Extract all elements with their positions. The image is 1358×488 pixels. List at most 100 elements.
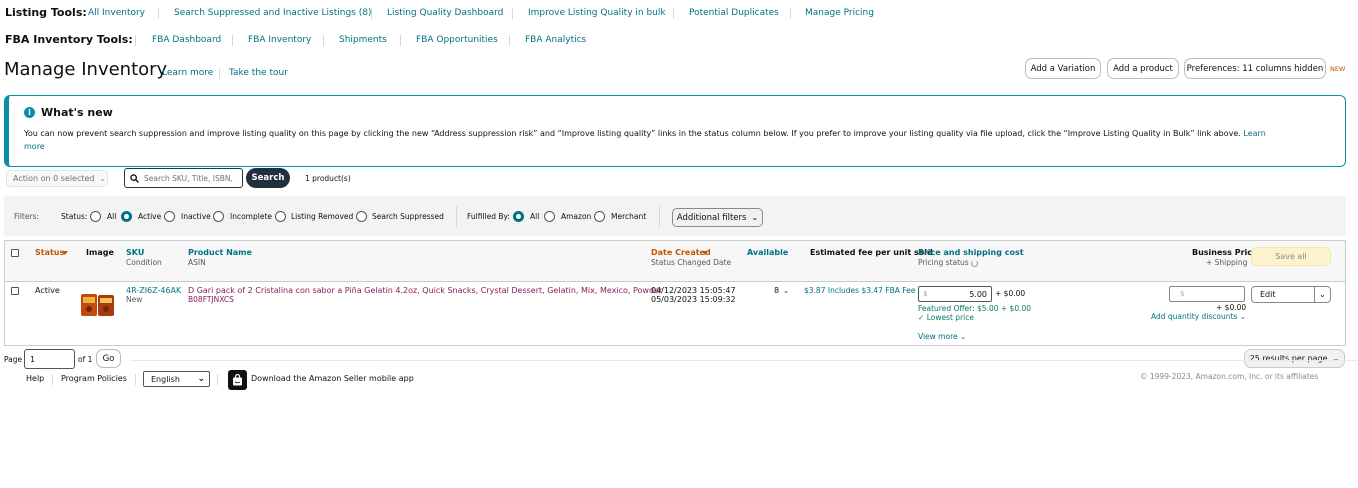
edit-button[interactable]: Edit ⌄ — [1251, 286, 1331, 303]
link-improve-listing-quality[interactable]: Improve Listing Quality in bulk — [528, 8, 666, 18]
link-all-inventory[interactable]: All Inventory — [88, 8, 145, 18]
radio-status-all[interactable] — [90, 211, 101, 222]
page-title: Manage Inventory — [4, 59, 168, 80]
edit-dropdown-chevron-icon[interactable]: ⌄ — [1314, 287, 1330, 302]
radio-status-incomplete[interactable] — [213, 211, 224, 222]
status-option-incomplete: Incomplete — [230, 212, 272, 221]
link-listing-quality-dashboard[interactable]: Listing Quality Dashboard — [387, 8, 503, 18]
header-available[interactable]: Available — [747, 248, 788, 257]
header-business-price: Business Price — [1192, 248, 1258, 257]
preferences-button[interactable]: Preferences: 11 columns hidden — [1184, 58, 1326, 79]
link-fba-inventory[interactable]: FBA Inventory — [248, 35, 311, 45]
results-per-page-dropdown[interactable]: 25 results per page ⌄ — [1244, 349, 1345, 368]
row-condition: New — [126, 295, 143, 304]
header-sku[interactable]: SKU — [126, 248, 144, 257]
fba-tools-label: FBA Inventory Tools: — [5, 33, 133, 46]
link-fba-analytics[interactable]: FBA Analytics — [525, 35, 586, 45]
language-value: English — [151, 374, 180, 384]
link-shipments[interactable]: Shipments — [339, 35, 387, 45]
chevron-down-icon: ⌄ — [1332, 354, 1340, 363]
page-number-input[interactable]: 1 — [24, 349, 75, 369]
header-fee: Estimated fee per unit sold — [810, 248, 933, 257]
view-more-link[interactable]: View more ⌄ — [918, 332, 966, 341]
radio-fulfilled-merchant[interactable] — [594, 211, 605, 222]
status-option-search-suppressed: Search Suppressed — [372, 212, 444, 221]
header-price[interactable]: Price and shipping cost — [918, 248, 1024, 257]
link-fba-dashboard[interactable]: FBA Dashboard — [152, 35, 221, 45]
go-button[interactable]: Go — [96, 349, 121, 368]
add-quantity-discounts-link[interactable]: Add quantity discounts ⌄ — [1151, 312, 1246, 321]
link-manage-pricing[interactable]: Manage Pricing — [805, 8, 874, 18]
chevron-down-icon: ⌄ — [1239, 312, 1247, 321]
search-input[interactable]: Search SKU, Title, ISBN, — [124, 168, 243, 188]
language-select[interactable]: English ⌄ — [143, 371, 210, 387]
page-label: Page — [4, 355, 23, 364]
link-potential-duplicates[interactable]: Potential Duplicates — [689, 8, 779, 18]
view-more-label: View more — [918, 332, 958, 341]
chevron-down-icon: ⌄ — [197, 374, 205, 384]
program-policies-link[interactable]: Program Policies — [61, 374, 127, 383]
select-all-checkbox[interactable] — [11, 249, 19, 257]
filter-divider — [456, 206, 457, 228]
take-tour-link[interactable]: Take the tour — [229, 68, 288, 78]
product-image[interactable] — [80, 292, 116, 318]
available-dropdown[interactable]: 8 ⌄ — [774, 286, 789, 295]
whats-new-learn-link[interactable]: Learn — [1243, 129, 1265, 138]
lowest-price-label: Lowest price — [926, 313, 974, 322]
row-status-changed: 05/03/2023 15:09:32 — [651, 295, 736, 304]
status-option-inactive: Inactive — [181, 212, 211, 221]
check-icon: ✓ — [918, 313, 925, 322]
add-quantity-discounts-label: Add quantity discounts — [1151, 312, 1238, 321]
additional-filters-label: Additional filters — [676, 212, 747, 223]
radio-fulfilled-amazon[interactable] — [544, 211, 555, 222]
info-icon: i — [24, 107, 35, 118]
radio-status-search-suppressed[interactable] — [356, 211, 367, 222]
header-product-name[interactable]: Product Name — [188, 248, 252, 257]
row-sku[interactable]: 4R-ZI6Z-46AK — [126, 286, 181, 295]
whats-new-title: What's new — [41, 106, 113, 119]
row-checkbox[interactable] — [11, 287, 19, 295]
status-option-all: All — [107, 212, 117, 221]
search-button[interactable]: Search — [246, 168, 290, 188]
radio-fulfilled-all[interactable] — [513, 211, 524, 222]
radio-status-active[interactable] — [121, 211, 132, 222]
page-of-label: of 1 — [78, 355, 93, 364]
add-product-button[interactable]: Add a product — [1107, 58, 1179, 79]
help-link[interactable]: Help — [26, 374, 44, 383]
action-dropdown[interactable]: Action on 0 selected ⌄ — [6, 170, 108, 187]
lowest-price: ✓ Lowest price — [918, 313, 974, 322]
filter-divider-2 — [659, 206, 660, 228]
product-count: 1 product(s) — [305, 174, 351, 183]
header-status[interactable]: Status — [35, 248, 64, 257]
link-search-suppressed[interactable]: Search Suppressed and Inactive Listings … — [174, 8, 371, 18]
header-business-shipping: + Shipping — [1206, 258, 1248, 267]
sort-desc-icon — [62, 251, 68, 255]
radio-status-listing-removed[interactable] — [275, 211, 286, 222]
amazon-seller-app-icon[interactable] — [228, 370, 247, 390]
whats-new-text: You can now prevent search suppression a… — [24, 129, 1241, 138]
additional-filters-button[interactable]: Additional filters ⌄ — [672, 208, 763, 227]
download-app-link[interactable]: Download the Amazon Seller mobile app — [251, 374, 414, 383]
header-status-changed: Status Changed Date — [651, 258, 732, 267]
edit-label: Edit — [1260, 290, 1276, 299]
price-input[interactable]: $ 5.00 — [918, 286, 992, 302]
business-shipping: + $0.00 — [1216, 303, 1247, 312]
header-condition: Condition — [126, 258, 162, 267]
whats-new-more-link[interactable]: more — [24, 142, 45, 151]
row-fee[interactable]: $3.87 Includes $3.47 FBA Fee — [804, 286, 915, 295]
add-variation-button[interactable]: Add a Variation — [1025, 58, 1101, 79]
link-fba-opportunities[interactable]: FBA Opportunities — [416, 35, 498, 45]
header-asin: ASIN — [188, 258, 206, 267]
sort-desc-icon-date — [702, 251, 708, 255]
fulfilled-option-merchant: Merchant — [611, 212, 647, 221]
learn-more-link[interactable]: Learn more — [162, 68, 213, 78]
row-product-name[interactable]: D Gari pack of 2 Cristalina con sabor a … — [188, 286, 662, 295]
filters-label: Filters: — [14, 212, 40, 221]
price-value: 5.00 — [969, 289, 987, 299]
row-date-created: 04/12/2023 15:05:47 — [651, 286, 736, 295]
save-all-button[interactable]: Save all — [1251, 247, 1331, 266]
business-price-input[interactable]: $ — [1169, 286, 1245, 302]
loading-icon — [971, 259, 979, 267]
radio-status-inactive[interactable] — [164, 211, 175, 222]
chevron-down-icon: ⌄ — [99, 174, 106, 183]
